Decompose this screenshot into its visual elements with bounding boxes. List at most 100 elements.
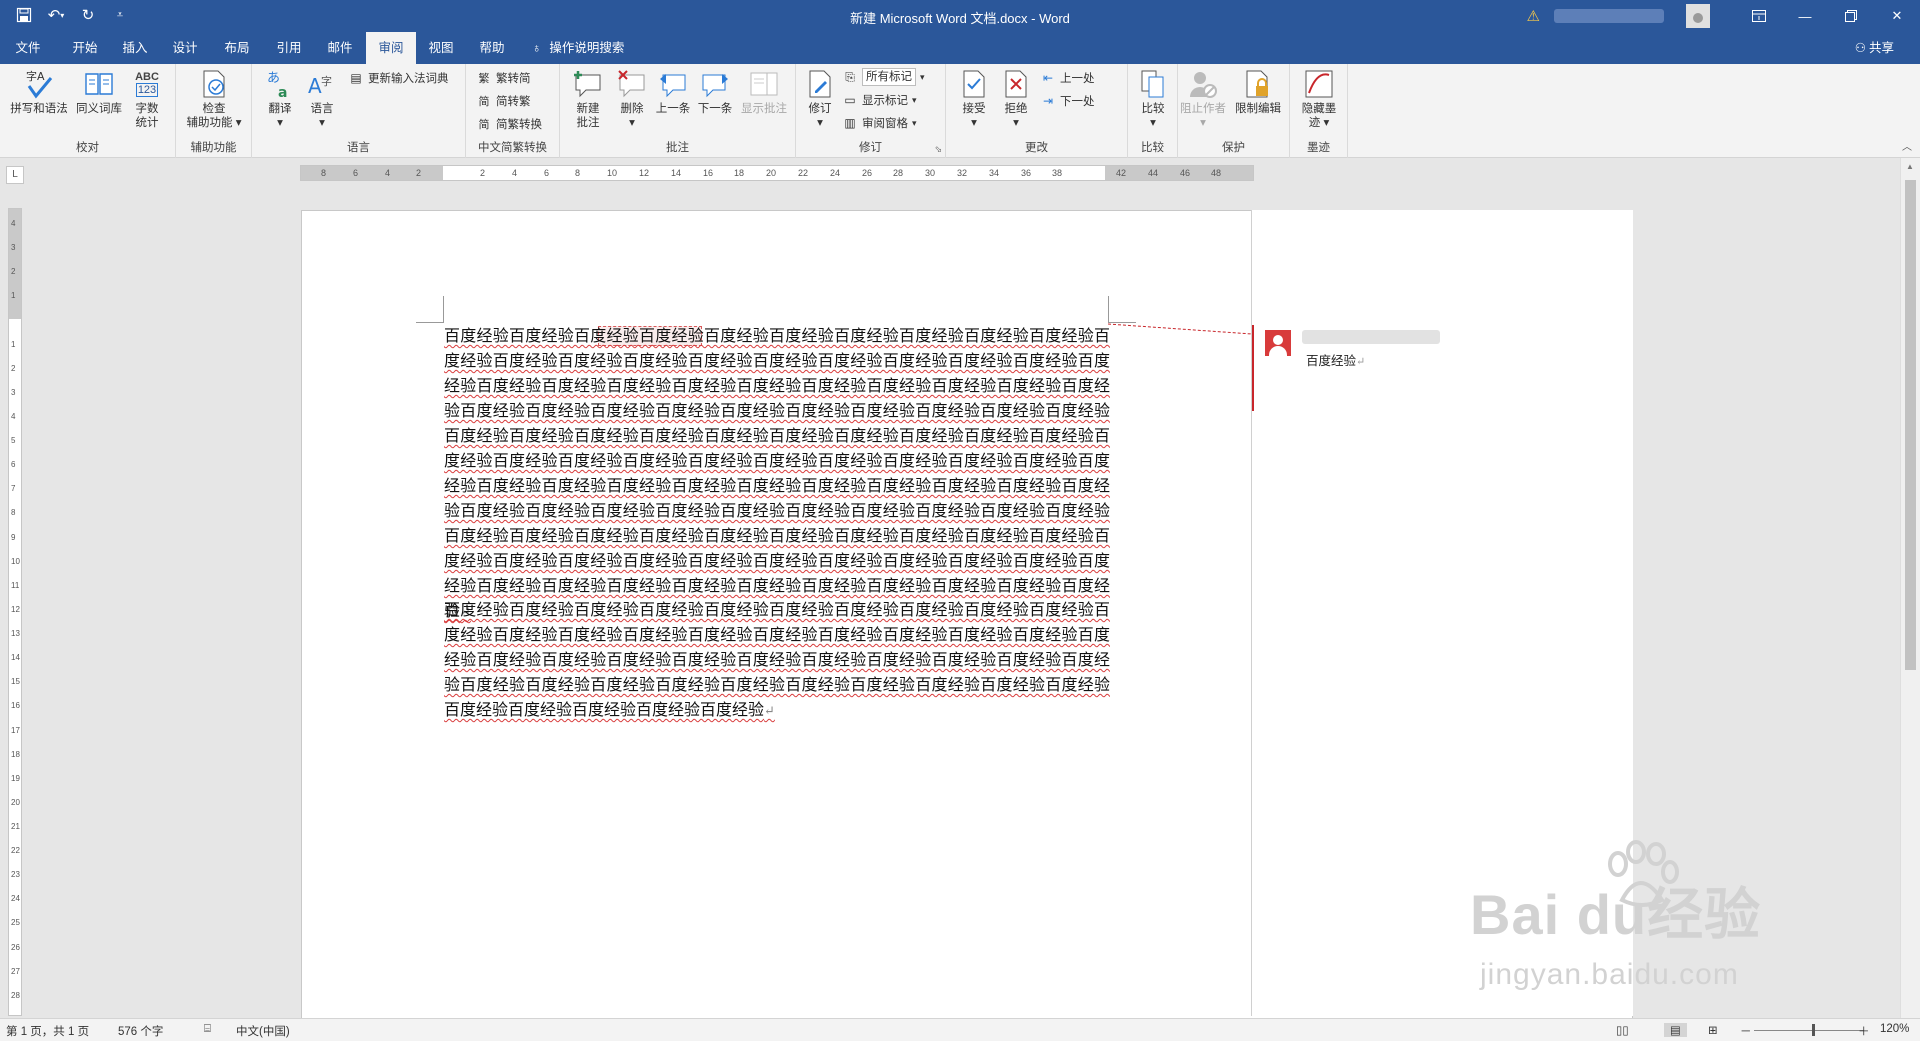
show-comments-icon [748, 68, 780, 100]
zoom-slider-thumb[interactable] [1812, 1024, 1815, 1036]
trad-to-simp-button[interactable]: 繁 繁转简 [476, 68, 531, 88]
group-language: あa 翻译 ▾ A字 语言 ▾ ▤ 更新输入法词典 语言 [252, 64, 466, 158]
thesaurus-button[interactable]: 同义词库 [72, 68, 126, 116]
next-change-icon: ⇥ [1042, 94, 1054, 108]
language-label: 语言 [310, 103, 334, 115]
reviewing-pane-button[interactable]: ▥ 审阅窗格 ▾ [842, 113, 916, 133]
zoom-level[interactable]: 120% [1880, 1023, 1909, 1035]
scroll-up-icon[interactable]: ▲ [1906, 162, 1914, 171]
show-markup-button[interactable]: ▭ 显示标记 ▾ [842, 90, 916, 110]
tab-design[interactable]: 设计 [160, 32, 210, 64]
tracking-options-launcher-icon[interactable]: ⬂ [934, 144, 942, 155]
spelling-grammar-button[interactable]: 字A 拼写和语法 [6, 68, 72, 116]
ruler-number: 8 [321, 168, 327, 178]
comment-connector-line [1108, 323, 1252, 335]
simp-to-trad-button[interactable]: 简 简转繁 [476, 91, 531, 111]
tab-insert[interactable]: 插入 [110, 32, 160, 64]
read-mode-icon[interactable]: ▯▯ [1616, 1023, 1629, 1037]
page-count[interactable]: 第 1 页，共 1 页 [6, 1023, 89, 1039]
account-avatar[interactable] [1686, 4, 1710, 28]
ribbon-display-options-icon[interactable] [1736, 0, 1782, 32]
next-comment-icon [699, 68, 731, 100]
minimize-button[interactable]: — [1782, 0, 1828, 32]
show-comments-label: 显示批注 [741, 103, 787, 115]
markup-dropdown[interactable]: ⎘ 所有标记 ▾ [842, 67, 925, 87]
ruler-number: 19 [11, 774, 20, 783]
scrollbar-thumb[interactable] [1905, 180, 1916, 670]
zoom-slider[interactable] [1754, 1030, 1864, 1031]
delete-comment-button[interactable]: 删除 ▾ [612, 68, 652, 130]
block-authors-button[interactable]: 阻止作者 ▾ [1178, 68, 1228, 130]
comment-author-name [1302, 330, 1440, 344]
previous-change-button[interactable]: ⇤ 上一处 [1040, 68, 1095, 88]
vertical-ruler[interactable]: 4 3 2 1 1 2 3 4 5 6 7 8 9 10 11 12 13 14 15 16 17 18 19 20 21 22 2… [8, 208, 22, 1016]
proofing-status-icon[interactable]: ⌸ [204, 1023, 211, 1036]
next-comment-button[interactable]: 下一条 [694, 68, 736, 116]
zoom-out-icon[interactable]: － [1740, 1023, 1752, 1039]
group-chinese-conversion: 繁 繁转简 简 简转繁 简 简繁转换 中文简繁转换 [466, 64, 560, 158]
body-paragraph-1[interactable]: 百度经验百度经验百度经验百度经验百度经验百度经验百度经验百度经验百度经验百度经验… [444, 323, 1110, 625]
print-layout-icon[interactable]: ▤ [1664, 1023, 1687, 1037]
horizontal-ruler[interactable]: 8 6 4 2 2 4 6 8 10 12 14 16 18 20 22 24 26 28 30 32 34 36 38 42… [300, 165, 1254, 181]
book-icon [83, 68, 115, 100]
web-layout-icon[interactable]: ⊞ [1708, 1023, 1718, 1037]
compare-button[interactable]: 比较 ▾ [1132, 68, 1174, 130]
maximize-button[interactable] [1828, 0, 1874, 32]
body-paragraph-2[interactable]: 百度经验百度经验百度经验百度经验百度经验百度经验百度经验百度经验百度经验百度经验… [444, 597, 1110, 724]
tab-layout[interactable]: 布局 [212, 32, 262, 64]
track-changes-button[interactable]: 修订 ▾ [800, 68, 840, 130]
tab-help[interactable]: 帮助 [467, 32, 517, 64]
reviewing-pane-icon: ▥ [844, 116, 856, 130]
zoom-in-icon[interactable]: ＋ [1858, 1023, 1870, 1039]
update-ime-dictionary-button[interactable]: ▤ 更新输入法词典 [348, 68, 448, 88]
previous-comment-button[interactable]: 上一条 [652, 68, 694, 116]
ruler-number: 32 [957, 168, 968, 178]
next-comment-label: 下一条 [697, 103, 733, 115]
word-count-button[interactable]: ABC 123 字数 统计 [126, 68, 168, 130]
hide-ink-icon [1303, 68, 1335, 100]
check-accessibility-button[interactable]: 检查 辅助功能 ▾ [180, 68, 248, 130]
tab-home[interactable]: 开始 [60, 32, 110, 64]
spelling-check-icon: 字A [23, 68, 55, 100]
ruler-number: 3 [11, 243, 16, 252]
hide-ink-button[interactable]: 隐藏墨 迹 ▾ [1294, 68, 1344, 130]
tell-me-search[interactable]: ♁ 操作说明搜索 [532, 32, 624, 64]
collapse-ribbon-icon[interactable]: ︿ [1902, 138, 1912, 153]
new-comment-button[interactable]: 新建 批注 [566, 68, 610, 130]
share-button[interactable]: ⚇ 共享 [1855, 32, 1894, 64]
ruler-number: 6 [353, 168, 359, 178]
vertical-scrollbar[interactable]: ▲ [1900, 158, 1920, 1018]
word-count[interactable]: 576 个字 [118, 1023, 163, 1039]
tab-review[interactable]: 审阅 [366, 32, 416, 64]
language-button[interactable]: A字 语言 ▾ [302, 68, 342, 130]
accept-button[interactable]: 接受 ▾ [954, 68, 994, 130]
ruler-number: 20 [11, 798, 20, 807]
restrict-editing-button[interactable]: 限制编辑 [1230, 68, 1286, 116]
restrict-editing-label: 限制编辑 [1235, 103, 1281, 115]
ruler-number: 4 [11, 412, 16, 421]
comment-balloon-text[interactable]: 百度经验↵ [1306, 350, 1365, 369]
tab-view[interactable]: 视图 [416, 32, 466, 64]
tab-selector[interactable]: L [6, 166, 24, 184]
show-comments-button[interactable]: 显示批注 [736, 68, 792, 116]
next-change-button[interactable]: ⇥ 下一处 [1040, 91, 1095, 111]
close-button[interactable]: ✕ [1874, 0, 1920, 32]
tab-references[interactable]: 引用 [264, 32, 314, 64]
translate-button[interactable]: あa 翻译 ▾ [260, 68, 300, 130]
ruler-number: 24 [830, 168, 841, 178]
simp-to-trad-icon: 简 [478, 96, 490, 108]
tab-mailings[interactable]: 邮件 [315, 32, 365, 64]
reject-button[interactable]: 拒绝 ▾ [996, 68, 1036, 130]
translate-icon: あa [264, 68, 296, 100]
language-status[interactable]: 中文(中国) [236, 1023, 290, 1039]
new-comment-label-1: 新建 [576, 103, 600, 115]
margin-corner-top-left [416, 296, 444, 323]
margin-corner-top-right [1108, 296, 1136, 323]
warning-icon[interactable]: ⚠ [1527, 7, 1540, 25]
block-authors-label: 阻止作者 [1180, 103, 1226, 115]
account-name[interactable] [1554, 9, 1664, 23]
ruler-number: 30 [925, 168, 936, 178]
conversion-button[interactable]: 简 简繁转换 [476, 114, 543, 134]
tab-file[interactable]: 文件 [0, 32, 56, 64]
ruler-number: 14 [671, 168, 682, 178]
